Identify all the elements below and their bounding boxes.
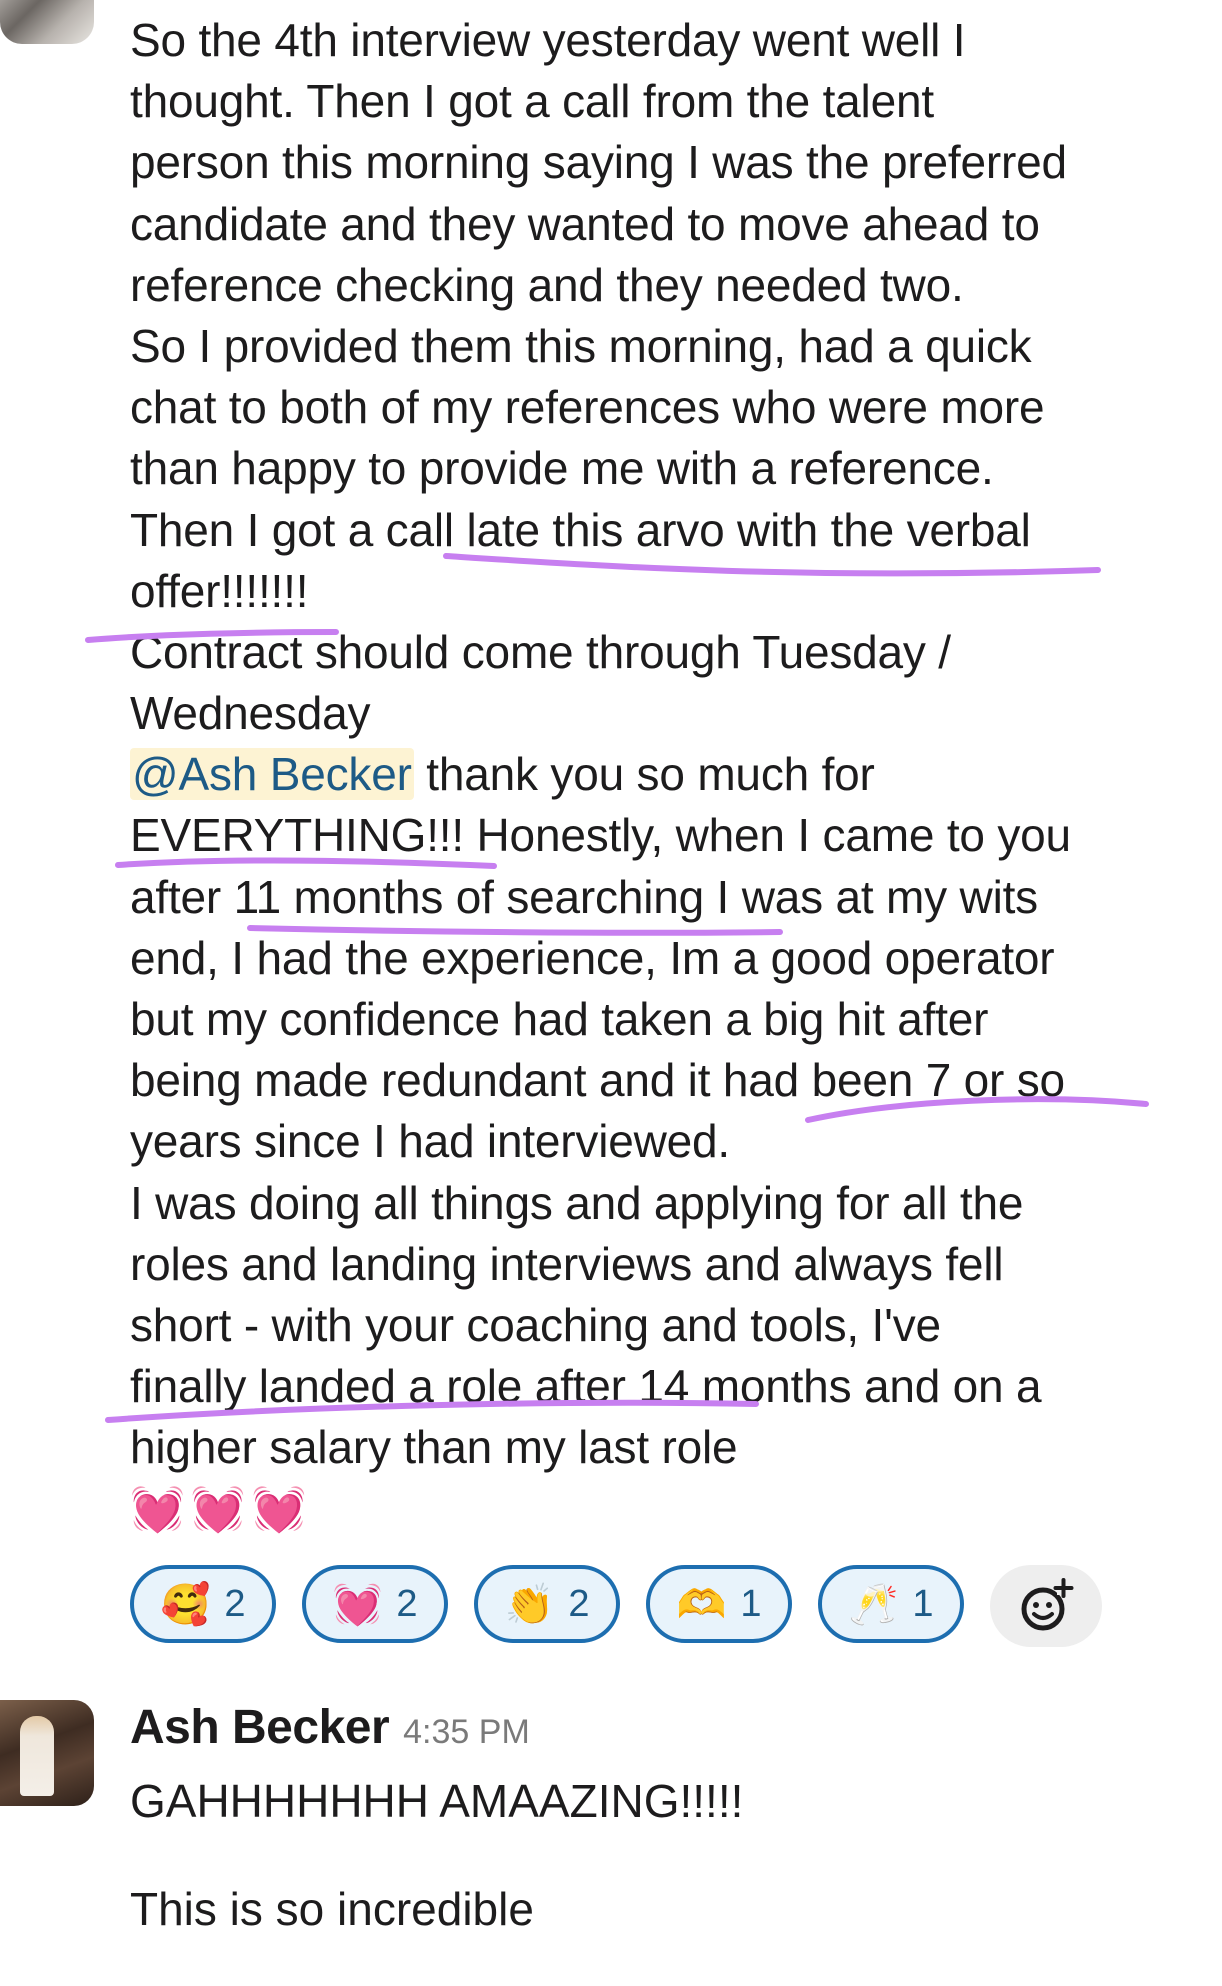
reply-header: Ash Becker 4:35 PM — [130, 1700, 530, 1755]
message-line: offer!!!!!!! — [130, 564, 309, 617]
message-line: than happy to provide me with a referenc… — [130, 442, 994, 495]
reply-line-1: GAHHHHHHH AMAAZING!!!!! — [130, 1775, 744, 1827]
reaction-clap[interactable]: 👏 2 — [474, 1565, 620, 1643]
message-line: roles and landing interviews and always … — [130, 1237, 1004, 1290]
beating-heart-icon: 💓 — [332, 1582, 383, 1627]
message-line: chat to both of my references who were m… — [130, 381, 1045, 434]
reaction-bar: 🥰 2 💓 2 👏 2 🫶 1 🥂 1 — [130, 1565, 1102, 1647]
reaction-heart-hands[interactable]: 🫶 1 — [646, 1565, 792, 1643]
message-line: finally landed a role after 14 months an… — [130, 1360, 1042, 1413]
sender-name[interactable]: Ash Becker — [130, 1700, 390, 1755]
user-mention[interactable]: @Ash Becker — [130, 748, 414, 801]
add-reaction-button[interactable] — [990, 1565, 1102, 1647]
message-line: Wednesday — [130, 687, 371, 740]
avatar-figure — [20, 1716, 54, 1796]
reaction-count: 1 — [740, 1582, 762, 1625]
reaction-count: 2 — [224, 1582, 246, 1625]
message-line: I was doing all things and applying for … — [130, 1176, 1024, 1229]
sender-avatar[interactable] — [0, 0, 94, 44]
reaction-count: 2 — [568, 1582, 590, 1625]
message-body: So the 4th interview yesterday went well… — [130, 10, 1190, 1540]
message-timestamp[interactable]: 4:35 PM — [403, 1713, 530, 1752]
message-line: being made redundant and it had been 7 o… — [130, 1054, 1065, 1107]
reply-line-2: This is so incredible — [130, 1883, 534, 1935]
message-line: EVERYTHING!!! Honestly, when I came to y… — [130, 809, 1071, 862]
message-line: candidate and they wanted to move ahead … — [130, 197, 1040, 250]
message-line: higher salary than my last role — [130, 1421, 738, 1474]
smiling-face-with-hearts-icon: 🥰 — [160, 1582, 211, 1627]
message-line: but my confidence had taken a big hit af… — [130, 993, 989, 1045]
message-line: years since I had interviewed. — [130, 1115, 730, 1168]
message-line: So the 4th interview yesterday went well… — [130, 14, 966, 66]
reaction-beating-heart[interactable]: 💓 2 — [302, 1565, 448, 1643]
message-line: thought. Then I got a call from the tale… — [130, 75, 934, 128]
mention-line: @Ash Becker thank you so much for — [130, 744, 1190, 805]
message-line: after 11 months of searching I was at my… — [130, 870, 1038, 923]
message-line: end, I had the experience, Im a good ope… — [130, 931, 1055, 984]
message-line: reference checking and they needed two. — [130, 258, 964, 311]
add-emoji-icon — [1021, 1578, 1074, 1631]
reaction-count: 1 — [912, 1582, 934, 1625]
message-line: person this morning saying I was the pre… — [130, 136, 1067, 189]
reaction-clinking-glasses[interactable]: 🥂 1 — [818, 1565, 964, 1643]
heart-hands-icon: 🫶 — [676, 1582, 727, 1627]
ash-becker-avatar[interactable] — [0, 1700, 94, 1806]
message-line: short - with your coaching and tools, I'… — [130, 1298, 941, 1351]
message-line: So I provided them this morning, had a q… — [130, 319, 1032, 372]
mention-rest: thank you so much for — [413, 748, 875, 801]
clapping-hands-icon: 👏 — [504, 1582, 555, 1627]
heart-emojis: 💓💓💓 — [130, 1484, 313, 1534]
reaction-smiling-hearts[interactable]: 🥰 2 — [130, 1565, 276, 1643]
clinking-glasses-icon: 🥂 — [848, 1582, 899, 1627]
message-line: Contract should come through Tuesday / — [130, 625, 951, 678]
reaction-count: 2 — [396, 1582, 418, 1625]
message-line: Then I got a call late this arvo with th… — [130, 503, 1031, 556]
